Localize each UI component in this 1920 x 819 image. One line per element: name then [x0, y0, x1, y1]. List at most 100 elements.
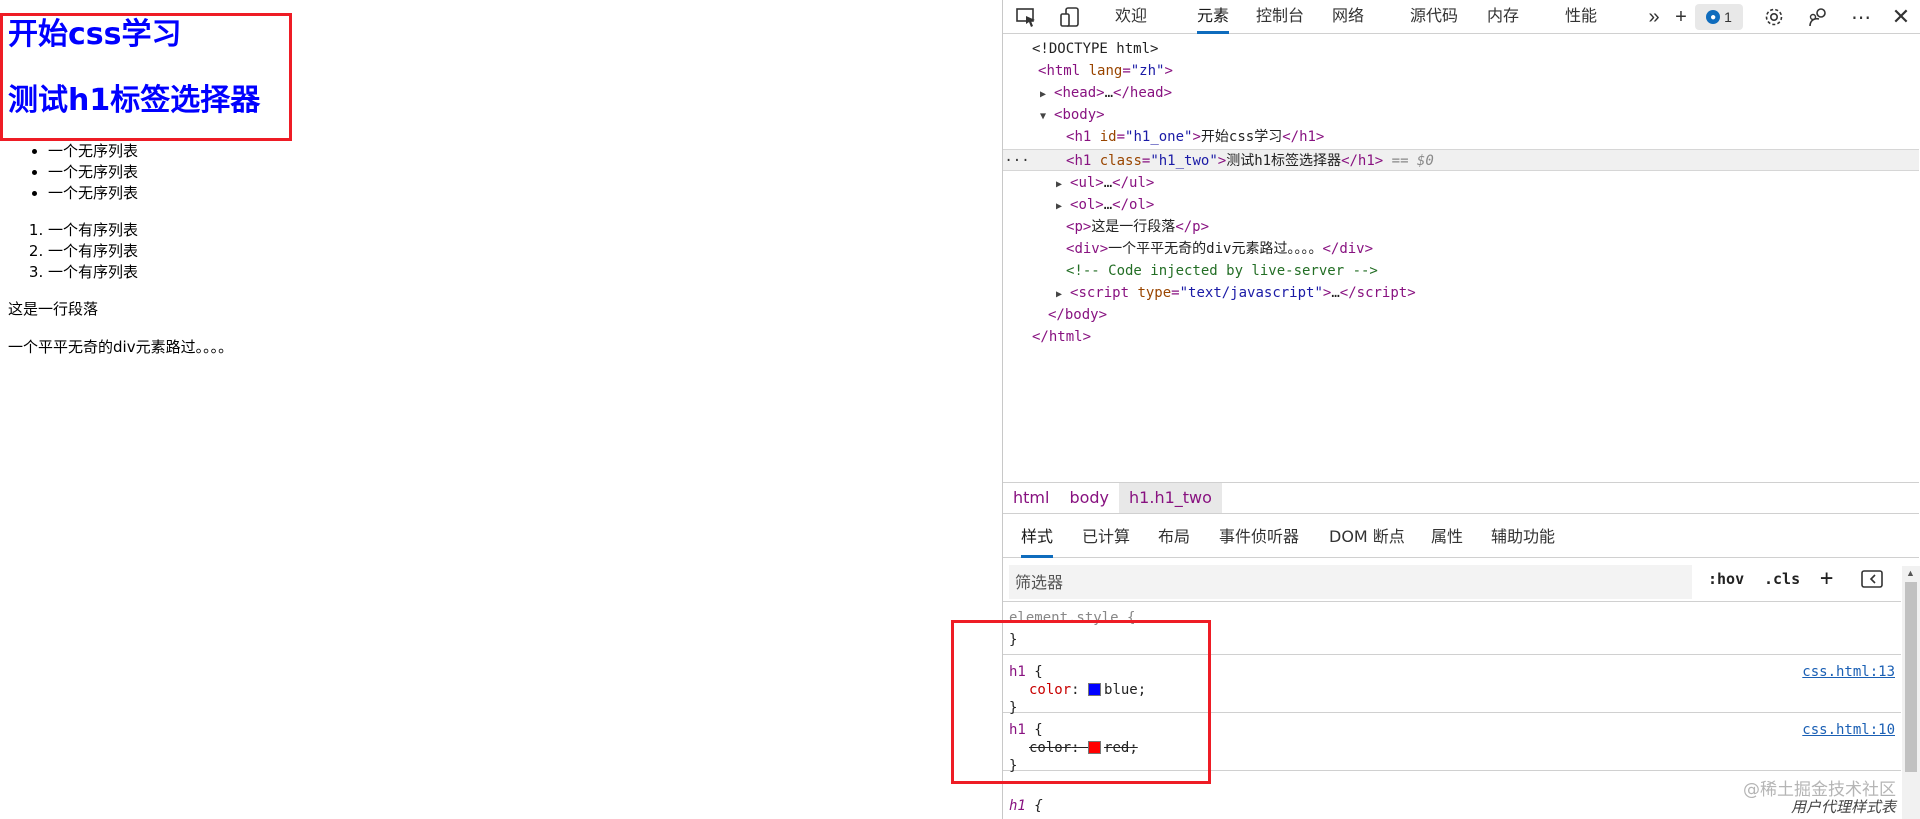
cls-toggle[interactable]: .cls: [1764, 570, 1800, 588]
styles-filter-input[interactable]: [1009, 565, 1692, 599]
feedback-icon[interactable]: [1806, 5, 1830, 29]
tab-network[interactable]: 网络: [1332, 0, 1364, 34]
close-icon[interactable]: ✕: [1889, 4, 1913, 29]
attr-name: class: [1099, 153, 1142, 169]
tab-properties[interactable]: 属性: [1431, 518, 1463, 558]
scrollbar-thumb[interactable]: [1905, 582, 1917, 772]
rule-close-brace: }: [1009, 632, 1018, 648]
dom-doctype[interactable]: <!DOCTYPE html>: [1032, 38, 1158, 60]
tag-name: script: [1078, 285, 1130, 301]
node-actions-icon[interactable]: ···: [1003, 150, 1031, 172]
tab-welcome[interactable]: 欢迎: [1115, 0, 1147, 34]
tag-name: div: [1074, 241, 1100, 257]
dom-tree: <!DOCTYPE html> <html lang="zh"> ▶ <head>…: [1003, 36, 1919, 482]
issues-badge[interactable]: ● 1: [1695, 4, 1743, 30]
expand-triangle-icon[interactable]: ▶: [1056, 196, 1070, 218]
rendered-page: 开始css学习 测试h1标签选择器 一个无序列表 一个无序列表 一个无序列表 一…: [0, 0, 1002, 819]
tag-name: head: [1062, 85, 1097, 101]
rule-h1-blue: h1 { css.html:13 color: blue; }: [1003, 655, 1901, 716]
rule-selector[interactable]: h1: [1009, 664, 1026, 680]
dom-head[interactable]: ▶ <head>…</head>: [1040, 82, 1172, 104]
dom-p[interactable]: <p>这是一行段落</p>: [1066, 216, 1209, 238]
devtools-panel: 欢迎 元素 控制台 网络 源代码 内存 性能 » + ● 1 ⋯ ✕ <!DOC…: [951, 0, 1920, 819]
dom-body-open[interactable]: ▼ <body>: [1040, 104, 1105, 126]
list-item: 一个有序列表: [48, 220, 138, 241]
list-item: 一个无序列表: [48, 162, 138, 183]
tab-dom-breakpoints[interactable]: DOM 断点: [1329, 518, 1405, 558]
expand-triangle-icon[interactable]: ▶: [1056, 174, 1070, 196]
dom-html-close[interactable]: </html>: [1032, 326, 1091, 348]
tab-console[interactable]: 控制台: [1256, 0, 1304, 34]
attr-value: "zh": [1130, 63, 1165, 79]
tab-computed[interactable]: 已计算: [1082, 518, 1130, 558]
expand-triangle-icon[interactable]: ▶: [1040, 84, 1054, 106]
new-rule-icon[interactable]: +: [1820, 566, 1833, 591]
comment-text: <!-- Code injected by live-server -->: [1066, 263, 1378, 279]
tab-elements[interactable]: 元素: [1197, 0, 1230, 34]
dom-h1-two-selected[interactable]: ··· <h1 class="h1_two">测试h1标签选择器</h1> ==…: [1003, 149, 1919, 171]
heading-h1-two: 测试h1标签选择器: [8, 83, 261, 118]
inspect-element-icon[interactable]: [1014, 5, 1038, 29]
rule-declaration[interactable]: color: blue;: [1029, 679, 1146, 701]
dom-ul[interactable]: ▶ <ul>…</ul>: [1056, 172, 1154, 194]
toggle-sidebar-icon[interactable]: [1861, 569, 1883, 593]
tag-name: ol: [1129, 197, 1146, 213]
tag-name: ul: [1129, 175, 1146, 191]
dom-ol[interactable]: ▶ <ol>…</ol>: [1056, 194, 1154, 216]
rule-source-link[interactable]: css.html:10: [1802, 719, 1895, 741]
tab-memory[interactable]: 内存: [1487, 0, 1519, 34]
rule-selector[interactable]: h1: [1009, 798, 1026, 814]
rule-h1-red-overridden: h1 { css.html:10 color: red; }: [1003, 713, 1901, 774]
tab-event-listeners[interactable]: 事件侦听器: [1219, 518, 1299, 558]
user-agent-stylesheet-label: 用户代理样式表: [1790, 798, 1896, 816]
tab-accessibility[interactable]: 辅助功能: [1491, 518, 1555, 558]
rule-declaration-overridden[interactable]: color: red;: [1029, 737, 1138, 759]
styles-scrollbar[interactable]: ▲: [1902, 566, 1920, 819]
tag-name: p: [1192, 219, 1201, 235]
doctype-text: <!DOCTYPE html>: [1032, 41, 1159, 57]
tag-name: body: [1064, 307, 1099, 323]
dom-body-close[interactable]: </body>: [1048, 304, 1107, 326]
dom-html-open[interactable]: <html lang="zh">: [1038, 60, 1173, 82]
dom-h1-one[interactable]: <h1 id="h1_one">开始css学习</h1>: [1066, 126, 1324, 148]
heading-h1-one: 开始css学习: [8, 17, 182, 52]
tab-layout[interactable]: 布局: [1158, 518, 1190, 558]
breadcrumb-body[interactable]: body: [1059, 483, 1119, 513]
rule-selector[interactable]: element.style {: [1009, 607, 1135, 629]
attr-name: id: [1099, 129, 1117, 145]
more-options-icon[interactable]: ⋯: [1849, 5, 1873, 29]
rule-element-style: element.style { }: [1003, 603, 1901, 655]
tag-name: p: [1074, 219, 1083, 235]
breadcrumb-h1-h1-two[interactable]: h1.h1_two: [1119, 483, 1222, 513]
color-swatch[interactable]: [1088, 683, 1102, 696]
dom-script[interactable]: ▶ <script type="text/javascript">…</scrip…: [1056, 282, 1416, 304]
node-text: 这是一行段落: [1091, 219, 1176, 235]
color-swatch[interactable]: [1088, 741, 1102, 754]
breadcrumb-html[interactable]: html: [1003, 483, 1059, 513]
attr-value: "text/javascript": [1179, 285, 1323, 301]
expand-triangle-icon[interactable]: ▶: [1056, 284, 1070, 306]
tag-name: h1: [1299, 129, 1316, 145]
tag-name: ol: [1078, 197, 1096, 213]
tab-performance[interactable]: 性能: [1565, 0, 1597, 34]
settings-gear-icon[interactable]: [1762, 5, 1786, 29]
tag-name: head: [1129, 85, 1164, 101]
rule-source-link[interactable]: css.html:13: [1802, 661, 1895, 683]
dom-div[interactable]: <div>一个平平无奇的div元素路过。。。。</div>: [1066, 238, 1373, 260]
scroll-up-arrow-icon[interactable]: ▲: [1906, 568, 1915, 578]
ellipsis: …: [1331, 285, 1340, 301]
tab-sources[interactable]: 源代码: [1410, 0, 1458, 34]
dom-comment[interactable]: <!-- Code injected by live-server -->: [1066, 260, 1378, 282]
tag-name: div: [1339, 241, 1365, 257]
hov-toggle[interactable]: :hov: [1708, 570, 1744, 588]
tag-name: body: [1062, 107, 1097, 123]
more-tabs-icon[interactable]: »: [1642, 5, 1666, 29]
tab-styles[interactable]: 样式: [1021, 518, 1054, 558]
tag-name: script: [1356, 285, 1408, 301]
tag-name: h1: [1074, 153, 1092, 169]
collapse-triangle-icon[interactable]: ▼: [1040, 106, 1054, 128]
tag-name: html: [1048, 329, 1083, 345]
device-emulation-icon[interactable]: [1058, 5, 1082, 29]
rule-selector[interactable]: h1: [1009, 722, 1026, 738]
add-tab-icon[interactable]: +: [1674, 5, 1688, 29]
